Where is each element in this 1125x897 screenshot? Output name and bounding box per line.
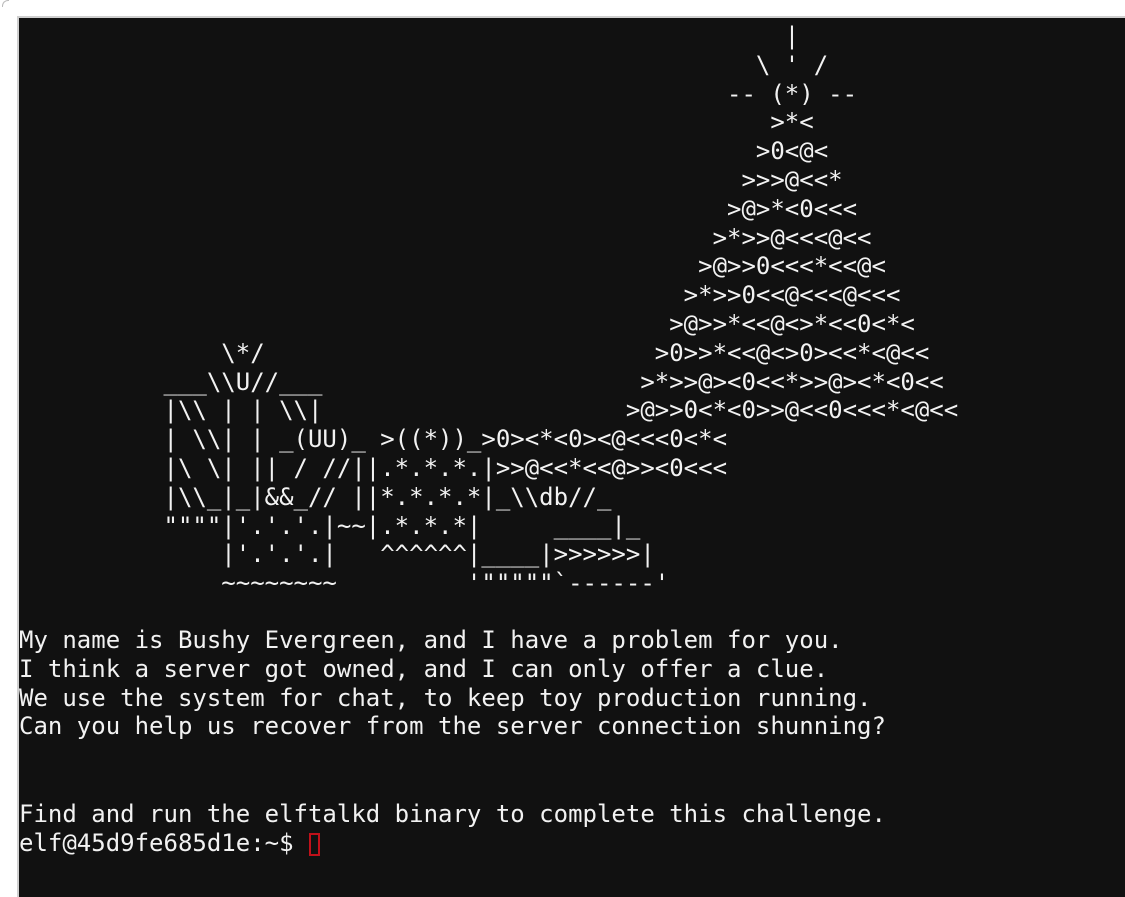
christmas-tree-ascii-art: | \ ' / -- (*) -- >*< >0<@< >>>@<<* >@>*… (163, 22, 959, 598)
terminal-window[interactable]: | \ ' / -- (*) -- >*< >0<@< >>>@<<* >@>*… (17, 16, 1125, 897)
message-line: Can you help us recover from the server … (19, 712, 886, 741)
message-line: My name is Bushy Evergreen, and I have a… (19, 626, 843, 654)
elf-message: My name is Bushy Evergreen, and I have a… (19, 626, 886, 741)
command-prompt-line[interactable]: elf@45d9fe685d1e:~$ (19, 829, 320, 858)
challenge-instruction: Find and run the elftalkd binary to comp… (19, 800, 886, 828)
text-cursor-icon[interactable] (308, 832, 320, 856)
window-corner-mark (2, 0, 9, 7)
message-line: We use the system for chat, to keep toy … (19, 683, 872, 712)
shell-prompt: elf@45d9fe685d1e:~$ (19, 829, 294, 857)
message-line: I think a server got owned, and I can on… (19, 654, 829, 683)
